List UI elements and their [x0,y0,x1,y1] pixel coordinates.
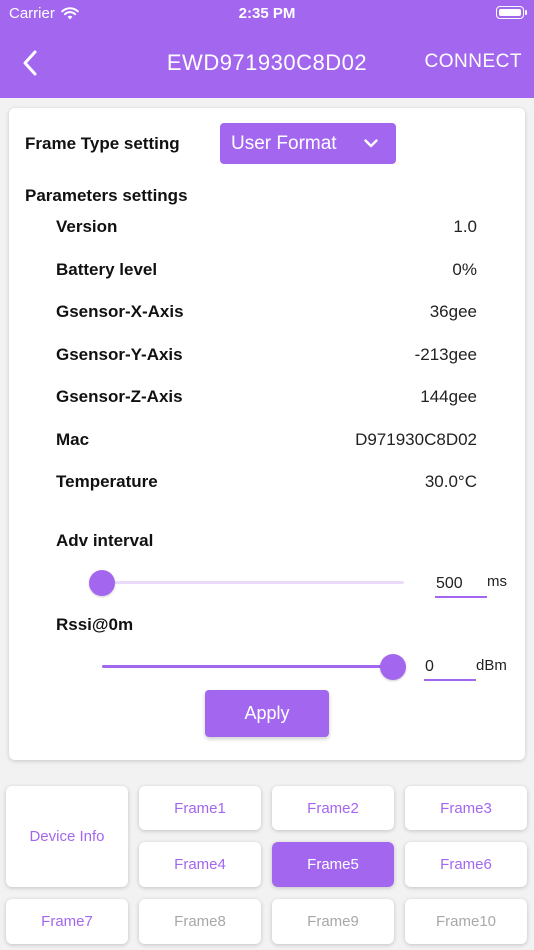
tab-frame9[interactable]: Frame9 [272,899,394,944]
frame-type-label: Frame Type setting [25,134,180,153]
adv-interval-slider-thumb[interactable] [89,570,115,596]
param-row-gsensor-y: Gsensor-Y-Axis -213gee [56,345,477,367]
param-label: Version [56,217,118,236]
rssi-label: Rssi@0m [56,615,134,634]
tab-frame4[interactable]: Frame4 [139,842,261,887]
param-row-battery: Battery level 0% [56,260,477,282]
param-value: 0% [452,260,477,279]
tab-frame6[interactable]: Frame6 [405,842,527,887]
param-value: 144gee [420,387,477,406]
apply-button[interactable]: Apply [205,690,329,737]
adv-interval-label: Adv interval [56,531,154,550]
tab-frame2[interactable]: Frame2 [272,786,394,830]
app-header: Carrier 2:35 PM EWD971930C8D02 CONNECT [0,0,534,98]
tab-device-info[interactable]: Device Info [6,786,128,887]
param-label: Gsensor-X-Axis [56,302,184,321]
tab-frame10[interactable]: Frame10 [405,899,527,944]
rssi-unit: dBm [476,657,507,674]
settings-card: Frame Type setting User Format Parameter… [9,108,525,760]
param-label: Mac [56,430,90,449]
param-row-mac: Mac D971930C8D02 [56,430,477,452]
param-value: D971930C8D02 [355,430,477,449]
tab-frame8[interactable]: Frame8 [139,899,261,944]
param-label: Temperature [56,472,158,491]
adv-interval-input[interactable] [435,572,487,598]
rssi-slider-fill [102,665,393,668]
param-value: 30.0°C [424,472,477,491]
battery-icon [496,6,527,19]
chevron-down-icon [364,139,378,148]
param-value: 36gee [429,302,477,321]
rssi-slider-thumb[interactable] [380,654,406,680]
connect-button[interactable]: CONNECT [425,51,522,73]
parameters-title: Parameters settings [25,186,188,205]
param-label: Battery level [56,260,158,279]
param-label: Gsensor-Z-Axis [56,387,183,406]
frame-type-selected: User Format [231,132,337,154]
param-label: Gsensor-Y-Axis [56,345,183,364]
param-row-temperature: Temperature 30.0°C [56,472,477,494]
param-value: 1.0 [453,217,477,236]
adv-interval-slider-track[interactable] [102,581,404,584]
param-row-gsensor-x: Gsensor-X-Axis 36gee [56,302,477,324]
rssi-input[interactable] [424,655,476,681]
adv-interval-unit: ms [487,573,507,590]
param-value: -213gee [414,345,477,364]
tab-frame3[interactable]: Frame3 [405,786,527,830]
frame-type-dropdown[interactable]: User Format [220,123,396,164]
status-bar: Carrier 2:35 PM [0,0,534,28]
tab-frame1[interactable]: Frame1 [139,786,261,830]
status-time: 2:35 PM [238,5,296,22]
tab-frame7[interactable]: Frame7 [6,899,128,944]
param-row-version: Version 1.0 [56,217,477,239]
param-row-gsensor-z: Gsensor-Z-Axis 144gee [56,387,477,409]
tab-frame5[interactable]: Frame5 [272,842,394,887]
